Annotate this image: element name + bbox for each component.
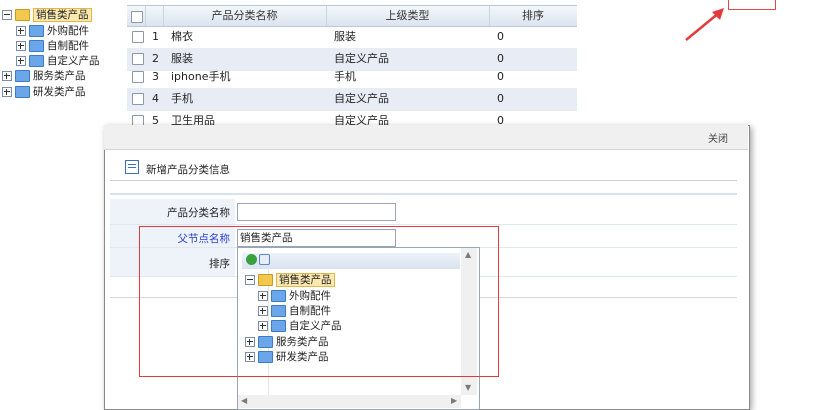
cell-parent: 服装	[334, 30, 356, 43]
tree-node-child[interactable]: 自定义产品	[16, 53, 100, 69]
collapse-icon[interactable]	[2, 10, 12, 20]
divider	[110, 193, 737, 195]
row-number: 3	[152, 70, 159, 83]
expand-icon[interactable]	[16, 56, 26, 66]
tree-node-root-label[interactable]: 销售类产品	[33, 8, 92, 22]
category-name-input[interactable]	[237, 203, 396, 221]
cell-parent: 自定义产品	[334, 92, 389, 105]
close-button[interactable]: 关闭	[708, 130, 728, 145]
table-row[interactable]: 3 iphone手机 手机 0	[127, 66, 577, 89]
scroll-left-icon[interactable]: ◀	[241, 396, 247, 405]
tree-node-sibling[interactable]: 服务类产品	[2, 68, 86, 84]
expand-icon[interactable]	[16, 41, 26, 51]
expand-icon[interactable]	[16, 26, 26, 36]
folder-icon	[29, 55, 44, 67]
form-icon	[125, 160, 139, 174]
tree-node-label[interactable]: 服务类产品	[33, 70, 86, 82]
cell-name: iphone手机	[171, 70, 231, 83]
header-index-cell	[145, 6, 164, 26]
divider	[110, 180, 737, 181]
dialog-titlebar	[104, 125, 748, 150]
tree-node-sibling[interactable]: 研发类产品	[2, 84, 86, 100]
annotation-highlight-box	[139, 226, 499, 377]
table-row[interactable]: 4 手机 自定义产品 0	[127, 88, 577, 111]
folder-icon	[29, 25, 44, 37]
row-checkbox[interactable]	[132, 53, 144, 65]
column-header-name[interactable]: 产品分类名称	[163, 6, 327, 26]
cell-name: 棉衣	[171, 30, 193, 43]
tree-node-label[interactable]: 自定义产品	[47, 55, 100, 67]
tree-node-label[interactable]: 外购配件	[47, 25, 89, 37]
row-number: 1	[152, 30, 159, 43]
row-checkbox[interactable]	[132, 93, 144, 105]
select-all-checkbox[interactable]	[131, 11, 143, 23]
tree-node-child[interactable]: 自制配件	[16, 38, 89, 54]
category-name-label: 产品分类名称	[167, 207, 230, 219]
table-row[interactable]: 1 棉衣 服装 0	[127, 26, 577, 49]
column-header-parent[interactable]: 上级类型	[326, 6, 490, 26]
tree-node-root[interactable]: 销售类产品	[2, 7, 92, 23]
column-header-order[interactable]: 排序	[489, 6, 577, 26]
dialog-title: 新增产品分类信息	[146, 164, 230, 176]
annotation-box-small	[728, 0, 776, 10]
tree-node-label[interactable]: 研发类产品	[33, 86, 86, 98]
expand-icon[interactable]	[2, 87, 12, 97]
cell-name: 手机	[171, 92, 193, 105]
folder-icon	[15, 70, 30, 82]
expand-icon[interactable]	[2, 71, 12, 81]
dropdown-horizontal-scrollbar[interactable]: ◀ ▶	[238, 395, 461, 408]
cell-order: 0	[497, 30, 504, 43]
folder-icon	[29, 40, 44, 52]
row-checkbox[interactable]	[132, 71, 144, 83]
cell-order: 0	[497, 92, 504, 105]
row-checkbox[interactable]	[132, 31, 144, 43]
cell-order: 0	[497, 70, 504, 83]
scroll-down-icon[interactable]: ▼	[465, 383, 471, 392]
cell-parent: 手机	[334, 70, 356, 83]
row-number: 4	[152, 92, 159, 105]
grid-header: 产品分类名称 上级类型 排序	[127, 5, 577, 27]
scroll-right-icon[interactable]: ▶	[451, 396, 457, 405]
tree-node-child[interactable]: 外购配件	[16, 23, 89, 39]
annotation-arrow	[685, 8, 724, 41]
header-select-cell[interactable]	[127, 6, 146, 26]
tree-node-label[interactable]: 自制配件	[47, 40, 89, 52]
folder-icon	[15, 86, 30, 98]
folder-icon	[15, 9, 30, 21]
